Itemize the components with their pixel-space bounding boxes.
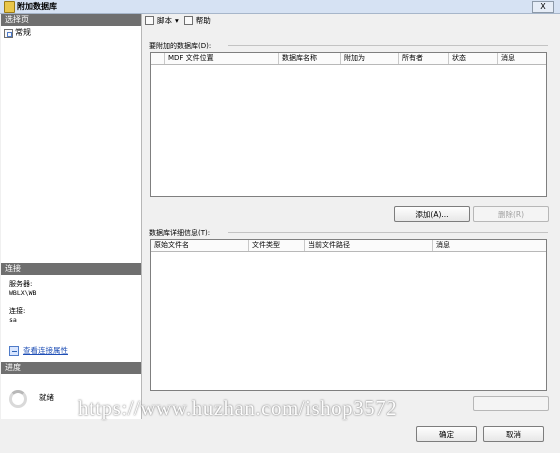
server-label: 服务器: <box>9 280 33 288</box>
nav-item-general[interactable]: 常规 <box>4 27 31 39</box>
connection-header: 连接 <box>1 263 141 275</box>
cancel-button[interactable]: 取消 <box>483 426 544 442</box>
help-button[interactable]: 帮助 <box>196 15 211 26</box>
script-icon[interactable] <box>145 16 154 25</box>
script-dropdown-icon[interactable]: ▾ <box>175 16 179 25</box>
attach-grid-col-status: 状态 <box>449 53 498 64</box>
attach-grid-col-owner: 所有者 <box>399 53 449 64</box>
general-page-icon <box>4 28 13 38</box>
connection-label: 连接: <box>9 307 26 315</box>
attach-grid-col-attach-as: 附加为 <box>341 53 399 64</box>
details-grid-header: 原始文件名 文件类型 当前文件路径 消息 <box>151 240 546 252</box>
database-icon <box>4 1 15 13</box>
toolbar: 脚本 ▾ 帮助 <box>142 14 211 27</box>
attach-database-window: 附加数据库 X 选择页 常规 连接 服务器: WBLX\WB 连接: sa 查看… <box>0 0 560 453</box>
window-title: 附加数据库 <box>17 2 57 11</box>
attach-grid-col-select <box>151 53 165 64</box>
attach-databases-grid[interactable]: MDF 文件位置 数据库名称 附加为 所有者 状态 消息 <box>150 52 547 197</box>
attach-grid-col-dbname: 数据库名称 <box>279 53 341 64</box>
attach-section-divider <box>228 45 548 46</box>
watermark-text: https://www.huzhan.com/ishop3572 <box>78 396 398 420</box>
main-area: 脚本 ▾ 帮助 要附加的数据库(D): MDF 文件位置 数据库名称 附加为 所… <box>142 14 558 419</box>
title-bar: 附加数据库 X <box>0 0 560 14</box>
database-details-grid[interactable]: 原始文件名 文件类型 当前文件路径 消息 <box>150 239 547 391</box>
details-grid-col-current-path: 当前文件路径 <box>305 240 433 251</box>
details-disabled-button <box>473 396 549 411</box>
view-connection-properties[interactable]: 查看连接属性 <box>9 345 68 356</box>
properties-icon <box>9 345 19 356</box>
attach-grid-header: MDF 文件位置 数据库名称 附加为 所有者 状态 消息 <box>151 53 546 65</box>
progress-header: 进度 <box>1 362 141 374</box>
remove-database-button[interactable]: 删除(R) <box>473 206 549 222</box>
nav-item-general-label: 常规 <box>15 28 31 37</box>
script-button[interactable]: 脚本 <box>157 15 172 26</box>
server-value: WBLX\WB <box>9 289 37 297</box>
progress-status: 就绪 <box>39 393 54 402</box>
left-pane: 选择页 常规 连接 服务器: WBLX\WB 连接: sa 查看连接属性 进度 … <box>1 14 142 419</box>
help-icon[interactable] <box>183 16 193 25</box>
select-page-header: 选择页 <box>1 14 141 26</box>
attach-grid-col-mdf: MDF 文件位置 <box>165 53 279 64</box>
attach-databases-label: 要附加的数据库(D): <box>149 42 212 50</box>
view-connection-properties-link[interactable]: 查看连接属性 <box>23 345 68 356</box>
details-grid-col-file-type: 文件类型 <box>249 240 305 251</box>
details-grid-col-original-name: 原始文件名 <box>151 240 249 251</box>
close-button[interactable]: X <box>532 1 554 13</box>
attach-grid-col-message: 消息 <box>501 54 515 62</box>
ok-button[interactable]: 确定 <box>416 426 477 442</box>
connection-value: sa <box>9 316 17 324</box>
database-details-label: 数据库详细信息(T): <box>149 229 211 237</box>
details-grid-col-message: 消息 <box>436 241 450 249</box>
add-database-button[interactable]: 添加(A)... <box>394 206 470 222</box>
details-section-divider <box>228 232 548 233</box>
progress-spinner-icon <box>9 390 27 408</box>
